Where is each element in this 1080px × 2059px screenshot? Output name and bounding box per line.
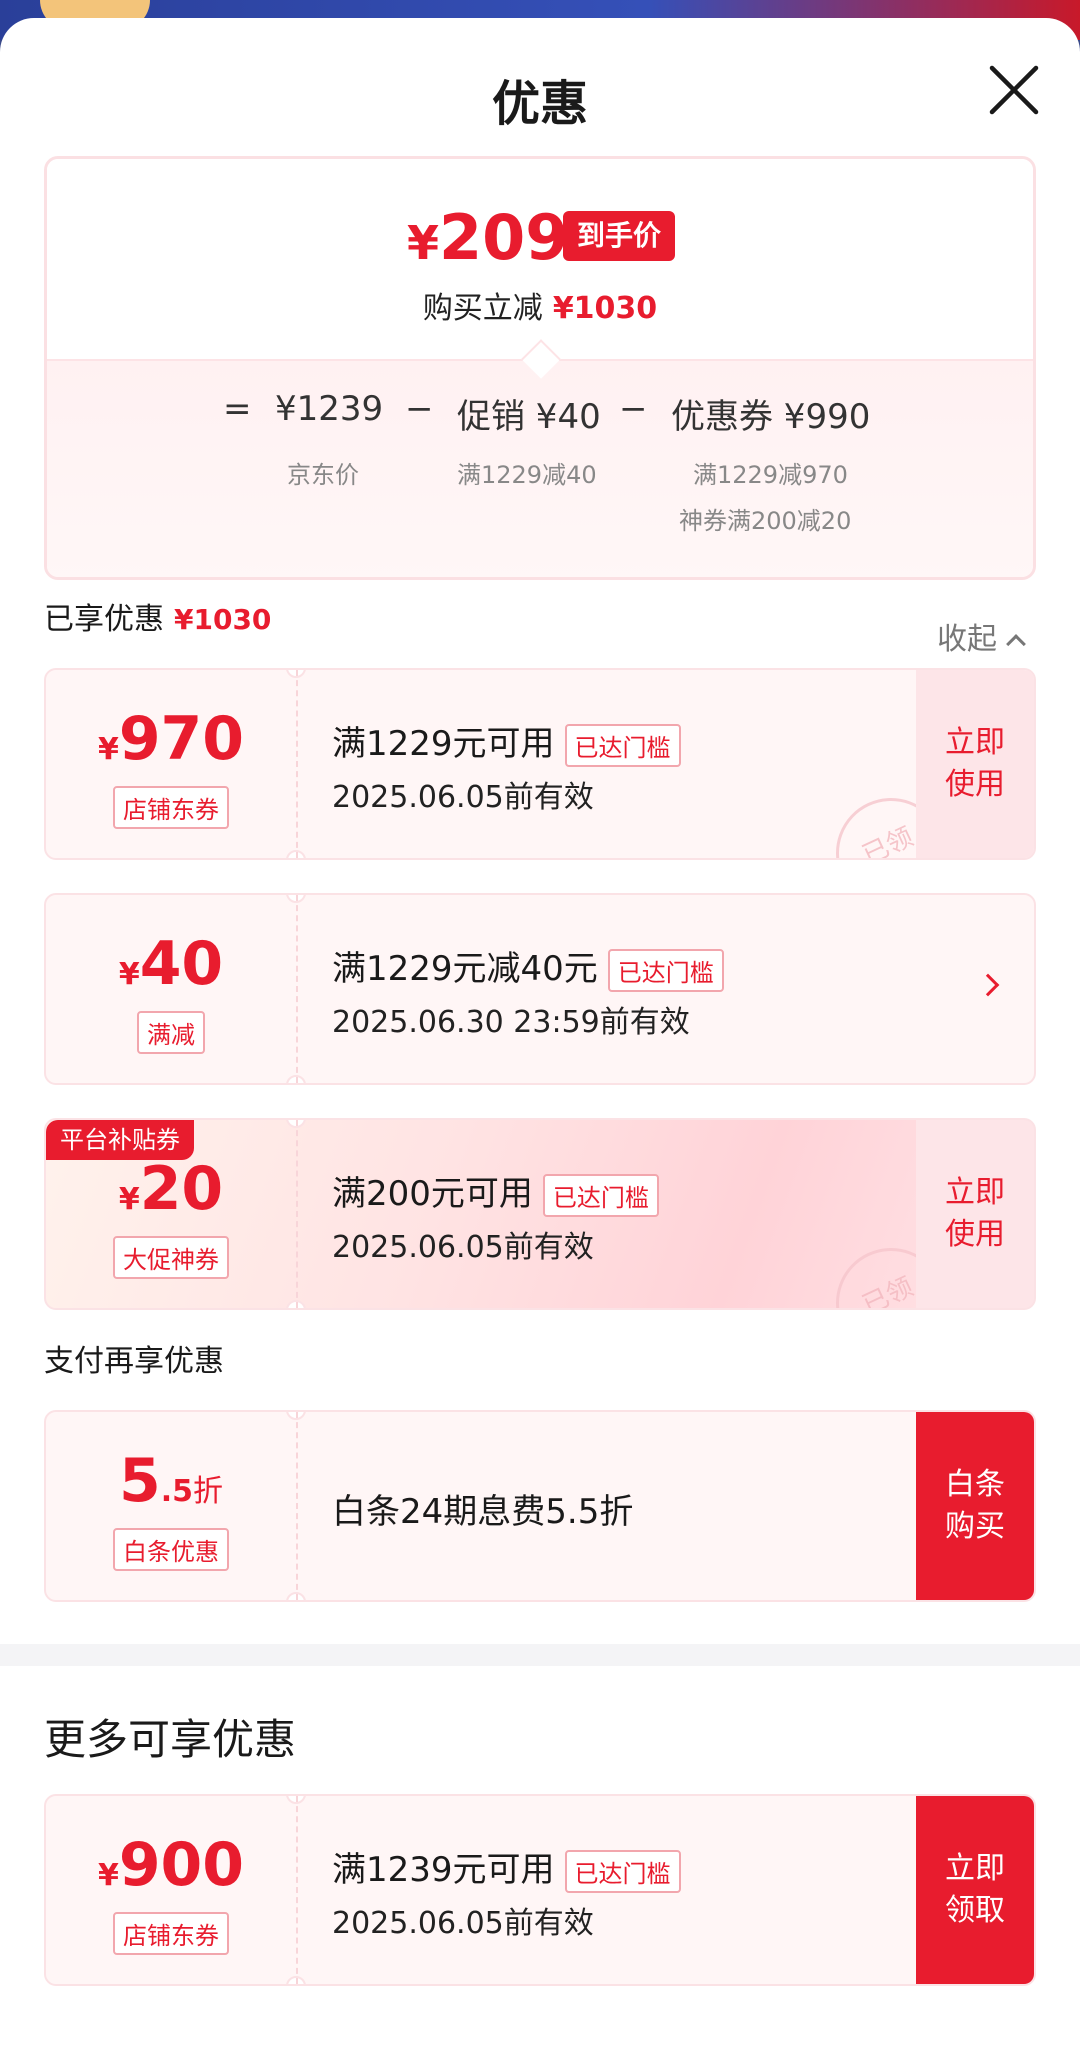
threshold-reached-badge: 已达门槛 [542, 1174, 659, 1217]
coupon-divider [296, 670, 298, 858]
coupon-type-badge: 店铺东券 [113, 1912, 229, 1955]
coupon-type: 大促神券 [46, 1236, 296, 1279]
coupon-condition-text: 满1229元可用 [332, 724, 555, 764]
calc-base-price: ¥1239 [275, 389, 384, 429]
discount-rate: 5.5折 [46, 1446, 296, 1516]
coupon-amount: ¥900 [46, 1830, 296, 1900]
threshold-reached-badge: 已达门槛 [607, 949, 724, 992]
final-price: ¥209 [407, 201, 568, 274]
payment-type: 白条优惠 [46, 1528, 296, 1571]
close-button[interactable] [984, 60, 1044, 120]
coupon-amount-value: 970 [118, 704, 245, 774]
final-price-value: 209 [439, 201, 569, 274]
coupon-condition-text: 满1239元可用 [332, 1850, 555, 1890]
coupon-expiry: 2025.06.05前有效 [332, 1230, 594, 1265]
coupon-expiry: 2025.06.05前有效 [332, 780, 594, 815]
enjoyed-amount: ¥1030 [174, 603, 272, 636]
coupon-condition: 满1239元可用 已达门槛 [332, 1842, 681, 1893]
coupon-amount-value: 20 [139, 1154, 224, 1224]
chevron-right-icon[interactable] [976, 973, 1000, 997]
chevron-up-icon [1006, 634, 1026, 654]
coupon-currency: ¥ [118, 1182, 140, 1217]
coupon-condition: 满1229元减40元 已达门槛 [332, 941, 724, 992]
calc-equals: = [223, 389, 252, 429]
sheet-title: 优惠 [491, 76, 588, 132]
calc-coupon-sub-2: 神券满200减20 [679, 507, 852, 535]
coupon-condition-text: 满1229元减40元 [332, 949, 598, 989]
coupon-currency: ¥ [97, 732, 119, 767]
coupon-type: 店铺东券 [46, 786, 296, 829]
coupon-expiry: 2025.06.30 23:59前有效 [332, 1005, 690, 1040]
calc-promo: 促销 ¥40 [457, 397, 601, 437]
section-gap [0, 1644, 1080, 1666]
close-icon [989, 65, 1039, 115]
coupon-divider [296, 1796, 298, 1984]
coupon-card-store-970: ¥970 店铺东券 满1229元可用 已达门槛 2025.06.05前有效 已领 … [44, 668, 1036, 860]
use-now-button[interactable]: 立即 使用 [916, 670, 1034, 858]
save-amount: ¥1030 [552, 291, 658, 326]
calc-coupon-sub-1: 满1229减970 [693, 461, 848, 489]
coupon-currency: ¥ [97, 1858, 119, 1893]
use-now-button[interactable]: 立即 使用 [916, 1120, 1034, 1308]
payment-desc: 白条24期息费5.5折 [332, 1492, 634, 1532]
coupon-condition-text: 满200元可用 [332, 1174, 533, 1214]
save-label: 购买立减 [422, 291, 543, 326]
coupon-amount: ¥40 [46, 929, 296, 999]
calc-promo-sub: 满1229减40 [457, 461, 597, 489]
payment-section-title: 支付再享优惠 [44, 1344, 224, 1379]
coupon-card-store-900: ¥900 店铺东券 满1239元可用 已达门槛 2025.06.05前有效 立即 … [44, 1794, 1036, 1986]
payment-type-badge: 白条优惠 [113, 1528, 229, 1571]
coupon-card-platform-20: 平台补贴券 ¥20 大促神券 满200元可用 已达门槛 2025.06.05前有效… [44, 1118, 1036, 1310]
coupon-amount-value: 900 [118, 1830, 245, 1900]
calc-base-label: 京东价 [287, 461, 359, 489]
final-price-tag: 到手价 [563, 211, 676, 261]
payment-offer-card: 5.5折 白条优惠 白条24期息费5.5折 白条 购买 [44, 1410, 1036, 1602]
coupon-condition: 满200元可用 已达门槛 [332, 1166, 659, 1217]
coupon-amount: ¥20 [46, 1154, 296, 1224]
claim-now-button[interactable]: 立即 领取 [916, 1796, 1034, 1984]
coupon-type: 满减 [46, 1011, 296, 1054]
discount-decimal: .5 [160, 1474, 194, 1509]
coupon-type-badge: 大促神券 [113, 1236, 229, 1279]
enjoyed-header: 已享优惠 ¥1030 [44, 594, 271, 638]
coupon-type-badge: 满减 [137, 1011, 205, 1054]
coupon-currency: ¥ [118, 957, 140, 992]
calc-coupon: 优惠券 ¥990 [671, 397, 871, 437]
discount-main: 5 [118, 1446, 161, 1516]
coupon-amount: ¥970 [46, 704, 296, 774]
instant-save-line: 购买立减 ¥1030 [47, 283, 1033, 327]
threshold-reached-badge: 已达门槛 [564, 724, 681, 767]
calc-minus-2: − [619, 389, 648, 429]
more-offers-title: 更多可享优惠 [44, 1715, 297, 1764]
price-summary-card: ¥209 到手价 购买立减 ¥1030 = ¥1239 京东价 − 促销 ¥40 … [44, 156, 1036, 580]
threshold-reached-badge: 已达门槛 [564, 1850, 681, 1893]
coupon-condition: 满1229元可用 已达门槛 [332, 716, 681, 767]
collapse-label: 收起 [937, 622, 997, 657]
calc-minus-1: − [405, 389, 434, 429]
collapse-button[interactable]: 收起 [937, 614, 1026, 658]
currency-symbol: ¥ [407, 216, 440, 270]
baitiao-buy-button[interactable]: 白条 购买 [916, 1412, 1034, 1600]
discount-unit: 折 [193, 1474, 224, 1509]
offers-bottom-sheet: 优惠 ¥209 到手价 购买立减 ¥1030 = ¥1239 京东价 − 促销 ¥… [0, 18, 1080, 2059]
coupon-type: 店铺东券 [46, 1912, 296, 1955]
coupon-divider [296, 1120, 298, 1308]
coupon-type-badge: 店铺东券 [113, 786, 229, 829]
coupon-divider [296, 1412, 298, 1600]
coupon-expiry: 2025.06.05前有效 [332, 1906, 594, 1941]
coupon-amount-value: 40 [139, 929, 224, 999]
coupon-divider [296, 895, 298, 1083]
coupon-card-discount-40[interactable]: ¥40 满减 满1229元减40元 已达门槛 2025.06.30 23:59前有… [44, 893, 1036, 1085]
enjoyed-label: 已享优惠 [44, 602, 164, 637]
